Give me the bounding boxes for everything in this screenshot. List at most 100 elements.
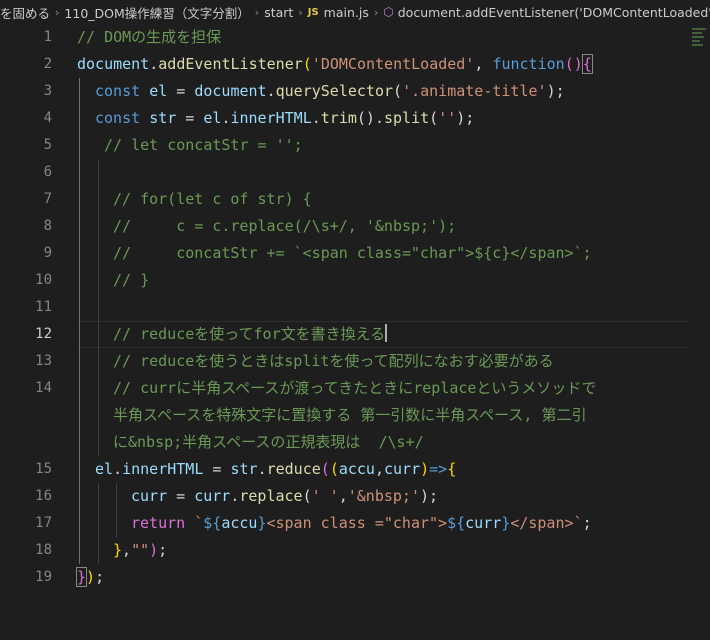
line-number: 4: [43, 110, 52, 126]
code-line-11[interactable]: 11: [0, 294, 710, 321]
method-symbol-icon: ⬡: [383, 5, 394, 19]
indent-guide: [98, 402, 99, 429]
comment: // concatStr += `<span class="char">${c}…: [113, 244, 592, 262]
code-line-9[interactable]: 9 // concatStr += `<span class="char">${…: [0, 240, 710, 267]
indent-guide: [98, 429, 99, 456]
code-line-5[interactable]: 5 // let concatStr = '';: [0, 132, 710, 159]
indent-guide: [79, 240, 80, 267]
comment: // reduceを使うときはsplitを使って配列になおす必要がある: [113, 352, 554, 370]
line-number: 5: [43, 137, 52, 153]
indent-guide: [79, 132, 80, 159]
indent-guide: [79, 456, 80, 483]
indent-guide: [79, 348, 80, 375]
chevron-right-icon: ›: [298, 5, 303, 19]
code-line-16[interactable]: 16 curr = curr.replace(' ','&nbsp;');: [0, 483, 710, 510]
code-line-10[interactable]: 10 // }: [0, 267, 710, 294]
code-text: });: [75, 567, 105, 587]
indent-guide: [98, 321, 99, 348]
js-file-icon: JS: [307, 6, 319, 18]
code-line-1[interactable]: 1 // DOMの生成を担保: [0, 24, 710, 51]
indent-guide: [98, 510, 99, 537]
code-line-18[interactable]: 18 },"");: [0, 537, 710, 564]
line-number: 19: [35, 569, 52, 585]
comment: // c = c.replace(/\s+/, '&nbsp;');: [113, 217, 457, 235]
indent-guide: [116, 510, 117, 537]
indent-guide: [79, 429, 80, 456]
comment: // currに半角スペースが渡ってきたときにreplaceというメソッドで: [113, 379, 597, 397]
indent-guide: [79, 267, 80, 294]
line-number: 14: [35, 380, 52, 396]
minimap-line: [692, 44, 703, 46]
code-line-6[interactable]: 6: [0, 159, 710, 186]
code-line-19[interactable]: 19 });: [0, 564, 710, 591]
line-number: 13: [35, 353, 52, 369]
minimap-line: [692, 32, 702, 34]
code-line-14[interactable]: 14 // currに半角スペースが渡ってきたときにreplaceというメソッド…: [0, 375, 710, 402]
indent-guide: [98, 159, 99, 186]
indent-guide: [79, 483, 80, 510]
line-number: 10: [35, 272, 52, 288]
code-line-3[interactable]: 3 const el = document.querySelector('.an…: [0, 78, 710, 105]
line-number: 11: [35, 299, 52, 315]
comment-wrapped: 半角スペースを特殊文字に置換する 第一引数に半角スペース, 第二引: [113, 406, 587, 424]
code-line-15[interactable]: 15 el.innerHTML = str.reduce((accu,curr)…: [0, 456, 710, 483]
indent-guide: [79, 321, 80, 348]
code-line-12[interactable]: 12 // reduceを使ってfor文を書き換える: [0, 321, 710, 348]
code-editor[interactable]: 1 // DOMの生成を担保 2 document.addEventListen…: [0, 24, 710, 591]
line-number: 7: [43, 191, 52, 207]
code-text: },"");: [113, 541, 168, 559]
indent-guide: [79, 537, 80, 564]
line-number: 2: [43, 56, 52, 72]
chevron-right-icon: ›: [55, 5, 60, 19]
indent-guide: [79, 159, 80, 186]
code-line-17[interactable]: 17 return `${accu}<span class ="char">${…: [0, 510, 710, 537]
indent-guide: [116, 483, 117, 510]
breadcrumb-folder-parent[interactable]: を固める: [0, 3, 50, 22]
indent-guide: [98, 186, 99, 213]
line-number: 3: [43, 83, 52, 99]
breadcrumb: を固める › 110_DOM操作練習（文字分割） › start › JS ma…: [0, 0, 710, 24]
line-number: 9: [43, 245, 52, 261]
indent-guide: [98, 348, 99, 375]
code-text: el.innerHTML = str.reduce((accu,curr)=>{: [95, 460, 457, 478]
indent-guide: [79, 78, 80, 105]
text-cursor: [385, 324, 388, 342]
breadcrumb-folder[interactable]: 110_DOM操作練習（文字分割）: [64, 3, 249, 22]
comment: // }: [113, 271, 150, 289]
line-number: 15: [35, 461, 52, 477]
line-number: 8: [43, 218, 52, 234]
code-line-4[interactable]: 4 const str = el.innerHTML.trim().split(…: [0, 105, 710, 132]
breadcrumb-symbol[interactable]: document.addEventListener('DOMContentLoa…: [398, 5, 710, 20]
indent-guide: [79, 375, 80, 402]
comment: // DOMの生成を担保: [77, 28, 222, 46]
breadcrumb-folder-start[interactable]: start: [264, 5, 293, 20]
code-line-2[interactable]: 2 document.addEventListener('DOMContentL…: [0, 51, 710, 78]
minimap-line: [692, 28, 706, 30]
minimap[interactable]: [692, 28, 706, 48]
code-line-14-wrap[interactable]: 半角スペースを特殊文字に置換する 第一引数に半角スペース, 第二引: [0, 402, 710, 429]
code-line-14-wrap[interactable]: に&nbsp;半角スペースの正規表現は /\s+/: [0, 429, 710, 456]
indent-guide: [79, 402, 80, 429]
indent-guide: [98, 537, 99, 564]
code-line-13[interactable]: 13 // reduceを使うときはsplitを使って配列になおす必要がある: [0, 348, 710, 375]
chevron-right-icon: ›: [373, 5, 379, 19]
indent-guide: [98, 240, 99, 267]
minimap-line: [692, 40, 700, 42]
line-number: 6: [43, 164, 52, 180]
indent-guide: [79, 105, 80, 132]
chevron-right-icon: ›: [254, 5, 260, 19]
breadcrumb-file[interactable]: main.js: [324, 5, 369, 20]
indent-guide: [98, 294, 99, 321]
code-text: return `${accu}<span class ="char">${cur…: [131, 514, 592, 532]
indent-guide: [98, 483, 99, 510]
minimap-line: [692, 36, 704, 38]
code-line-8[interactable]: 8 // c = c.replace(/\s+/, '&nbsp;');: [0, 213, 710, 240]
indent-guide: [79, 510, 80, 537]
indent-guide: [98, 267, 99, 294]
matched-bracket: }: [75, 567, 88, 587]
indent-guide: [98, 375, 99, 402]
indent-guide: [98, 213, 99, 240]
comment: // for(let c of str) {: [113, 190, 312, 208]
line-number: 17: [35, 515, 52, 531]
code-line-7[interactable]: 7 // for(let c of str) {: [0, 186, 710, 213]
